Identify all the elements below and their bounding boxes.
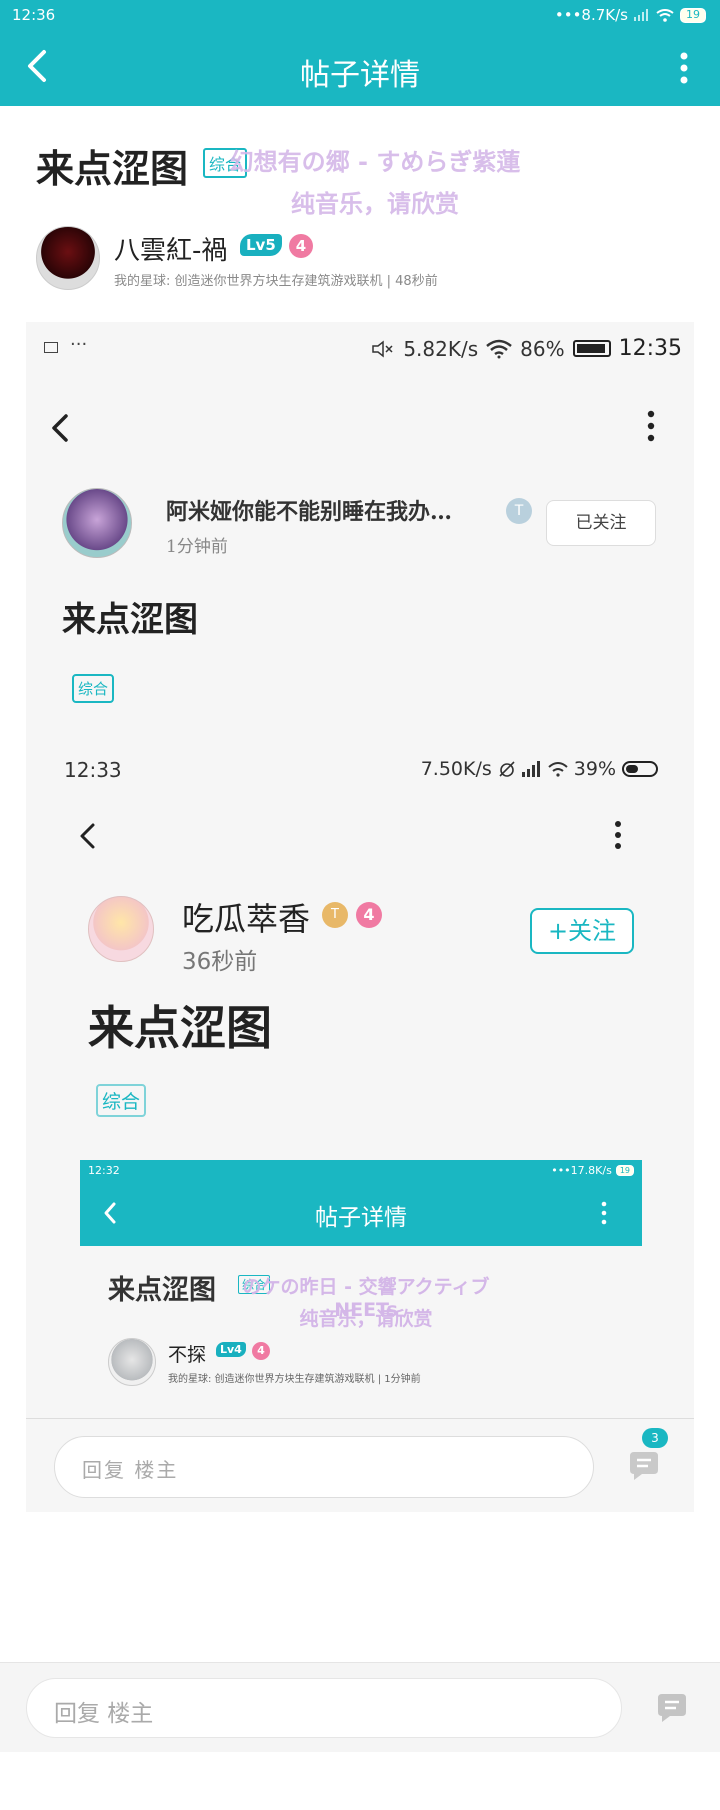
- signal-icon: [634, 9, 648, 21]
- comment-count-badge: 3: [642, 1428, 668, 1448]
- music-overlay-subtitle: 纯音乐，请欣赏: [299, 1308, 433, 1330]
- back-icon: [80, 823, 95, 849]
- music-overlay-subtitle: 纯音乐，请欣赏: [291, 190, 459, 218]
- post-title: 来点涩图: [36, 147, 189, 191]
- battery-percent: 86%: [520, 336, 565, 361]
- more-icon: [601, 1201, 607, 1225]
- status-right: •••8.7K/s 19: [555, 6, 706, 24]
- avatar: [62, 488, 132, 558]
- app-header: 12:32 •••17.8K/s 19 帖子详情: [80, 1160, 642, 1246]
- more-icon: [615, 821, 621, 849]
- mute-icon: [372, 339, 393, 358]
- alarm-off-icon: [499, 761, 515, 777]
- battery-icon: 19: [615, 1165, 634, 1176]
- post-title: 来点涩图: [88, 1001, 272, 1055]
- author-meta: 我的星球: 创造迷你世界方块生存建筑游戏联机 | 1分钟前: [168, 1374, 421, 1385]
- network-speed: 5.82K/s: [403, 336, 479, 361]
- avatar[interactable]: [36, 226, 100, 290]
- music-overlay-song[interactable]: 幻想有の郷 - すめらぎ紫蓮: [210, 142, 540, 177]
- status-dots: ···: [70, 334, 88, 355]
- follow-button: +关注: [530, 908, 634, 954]
- page-title: 帖子详情: [315, 1205, 407, 1231]
- network-speed: •••17.8K/s: [551, 1164, 612, 1177]
- avatar: [108, 1338, 156, 1386]
- more-icon: [647, 410, 655, 442]
- network-speed: 7.50K/s: [420, 758, 492, 780]
- wifi-icon: [656, 8, 674, 22]
- status-right: 5.82K/s 86% 12:35: [371, 336, 682, 361]
- level-badge: Lv5: [240, 234, 282, 256]
- status-time: 12:36: [12, 6, 56, 24]
- post-image[interactable]: ··· 5.82K/s 86% 12:35 阿米娅你能不能别睡在我办… T 1分…: [26, 322, 694, 1512]
- network-speed: •••8.7K/s: [554, 6, 628, 24]
- status-time: 12:35: [618, 336, 682, 361]
- author-name: 阿米娅你能不能别睡在我办…: [166, 499, 453, 525]
- comment-icon: [630, 1452, 658, 1480]
- post-title: 来点涩图: [62, 600, 198, 640]
- page-title: 帖子详情: [300, 58, 420, 93]
- battery-icon: [622, 761, 658, 777]
- reply-placeholder: 回复 楼主: [54, 1701, 154, 1727]
- status-right: 7.50K/s 39%: [421, 758, 658, 780]
- reply-placeholder: 回复 楼主: [82, 1458, 179, 1482]
- battery-percent: 39%: [573, 758, 616, 780]
- post-tag: 综合: [96, 1084, 147, 1117]
- title-badge: T: [322, 902, 348, 928]
- battery-icon: 19: [680, 7, 706, 23]
- author-name: 吃瓜萃香: [182, 900, 311, 938]
- author-name[interactable]: 八雲紅-禍: [114, 230, 227, 267]
- post-time: 1分钟前: [166, 537, 228, 557]
- app-header: 12:36 •••8.7K/s 19 帖子详情: [0, 0, 720, 106]
- battery-icon: [572, 340, 611, 357]
- post-time: 36秒前: [182, 949, 258, 975]
- rank-badge: 4: [252, 1342, 270, 1360]
- back-icon: [52, 414, 68, 442]
- post-tag: 综合: [72, 674, 115, 703]
- image-icon: [44, 342, 58, 353]
- level-badge: Lv4: [216, 1342, 246, 1357]
- wifi-icon: [486, 339, 512, 358]
- more-icon[interactable]: [674, 50, 694, 86]
- followed-button: 已关注: [546, 500, 656, 546]
- rank-badge: 4: [356, 902, 382, 928]
- comment-icon[interactable]: [654, 1690, 690, 1726]
- wifi-icon: [548, 762, 568, 777]
- author-meta: 我的星球: 创造迷你世界方块生存建筑游戏联机 | 48秒前: [114, 274, 438, 289]
- title-badge: T: [506, 498, 532, 524]
- avatar: [88, 896, 154, 962]
- status-time: 12:32: [88, 1164, 120, 1177]
- divider: [26, 1418, 694, 1419]
- post-title: 来点涩图: [108, 1275, 216, 1306]
- author-name: 不探: [168, 1344, 207, 1366]
- rank-badge: 4: [289, 234, 313, 258]
- status-right: •••17.8K/s 19: [551, 1164, 634, 1177]
- signal-icon: [521, 761, 540, 777]
- status-time: 12:33: [64, 758, 122, 782]
